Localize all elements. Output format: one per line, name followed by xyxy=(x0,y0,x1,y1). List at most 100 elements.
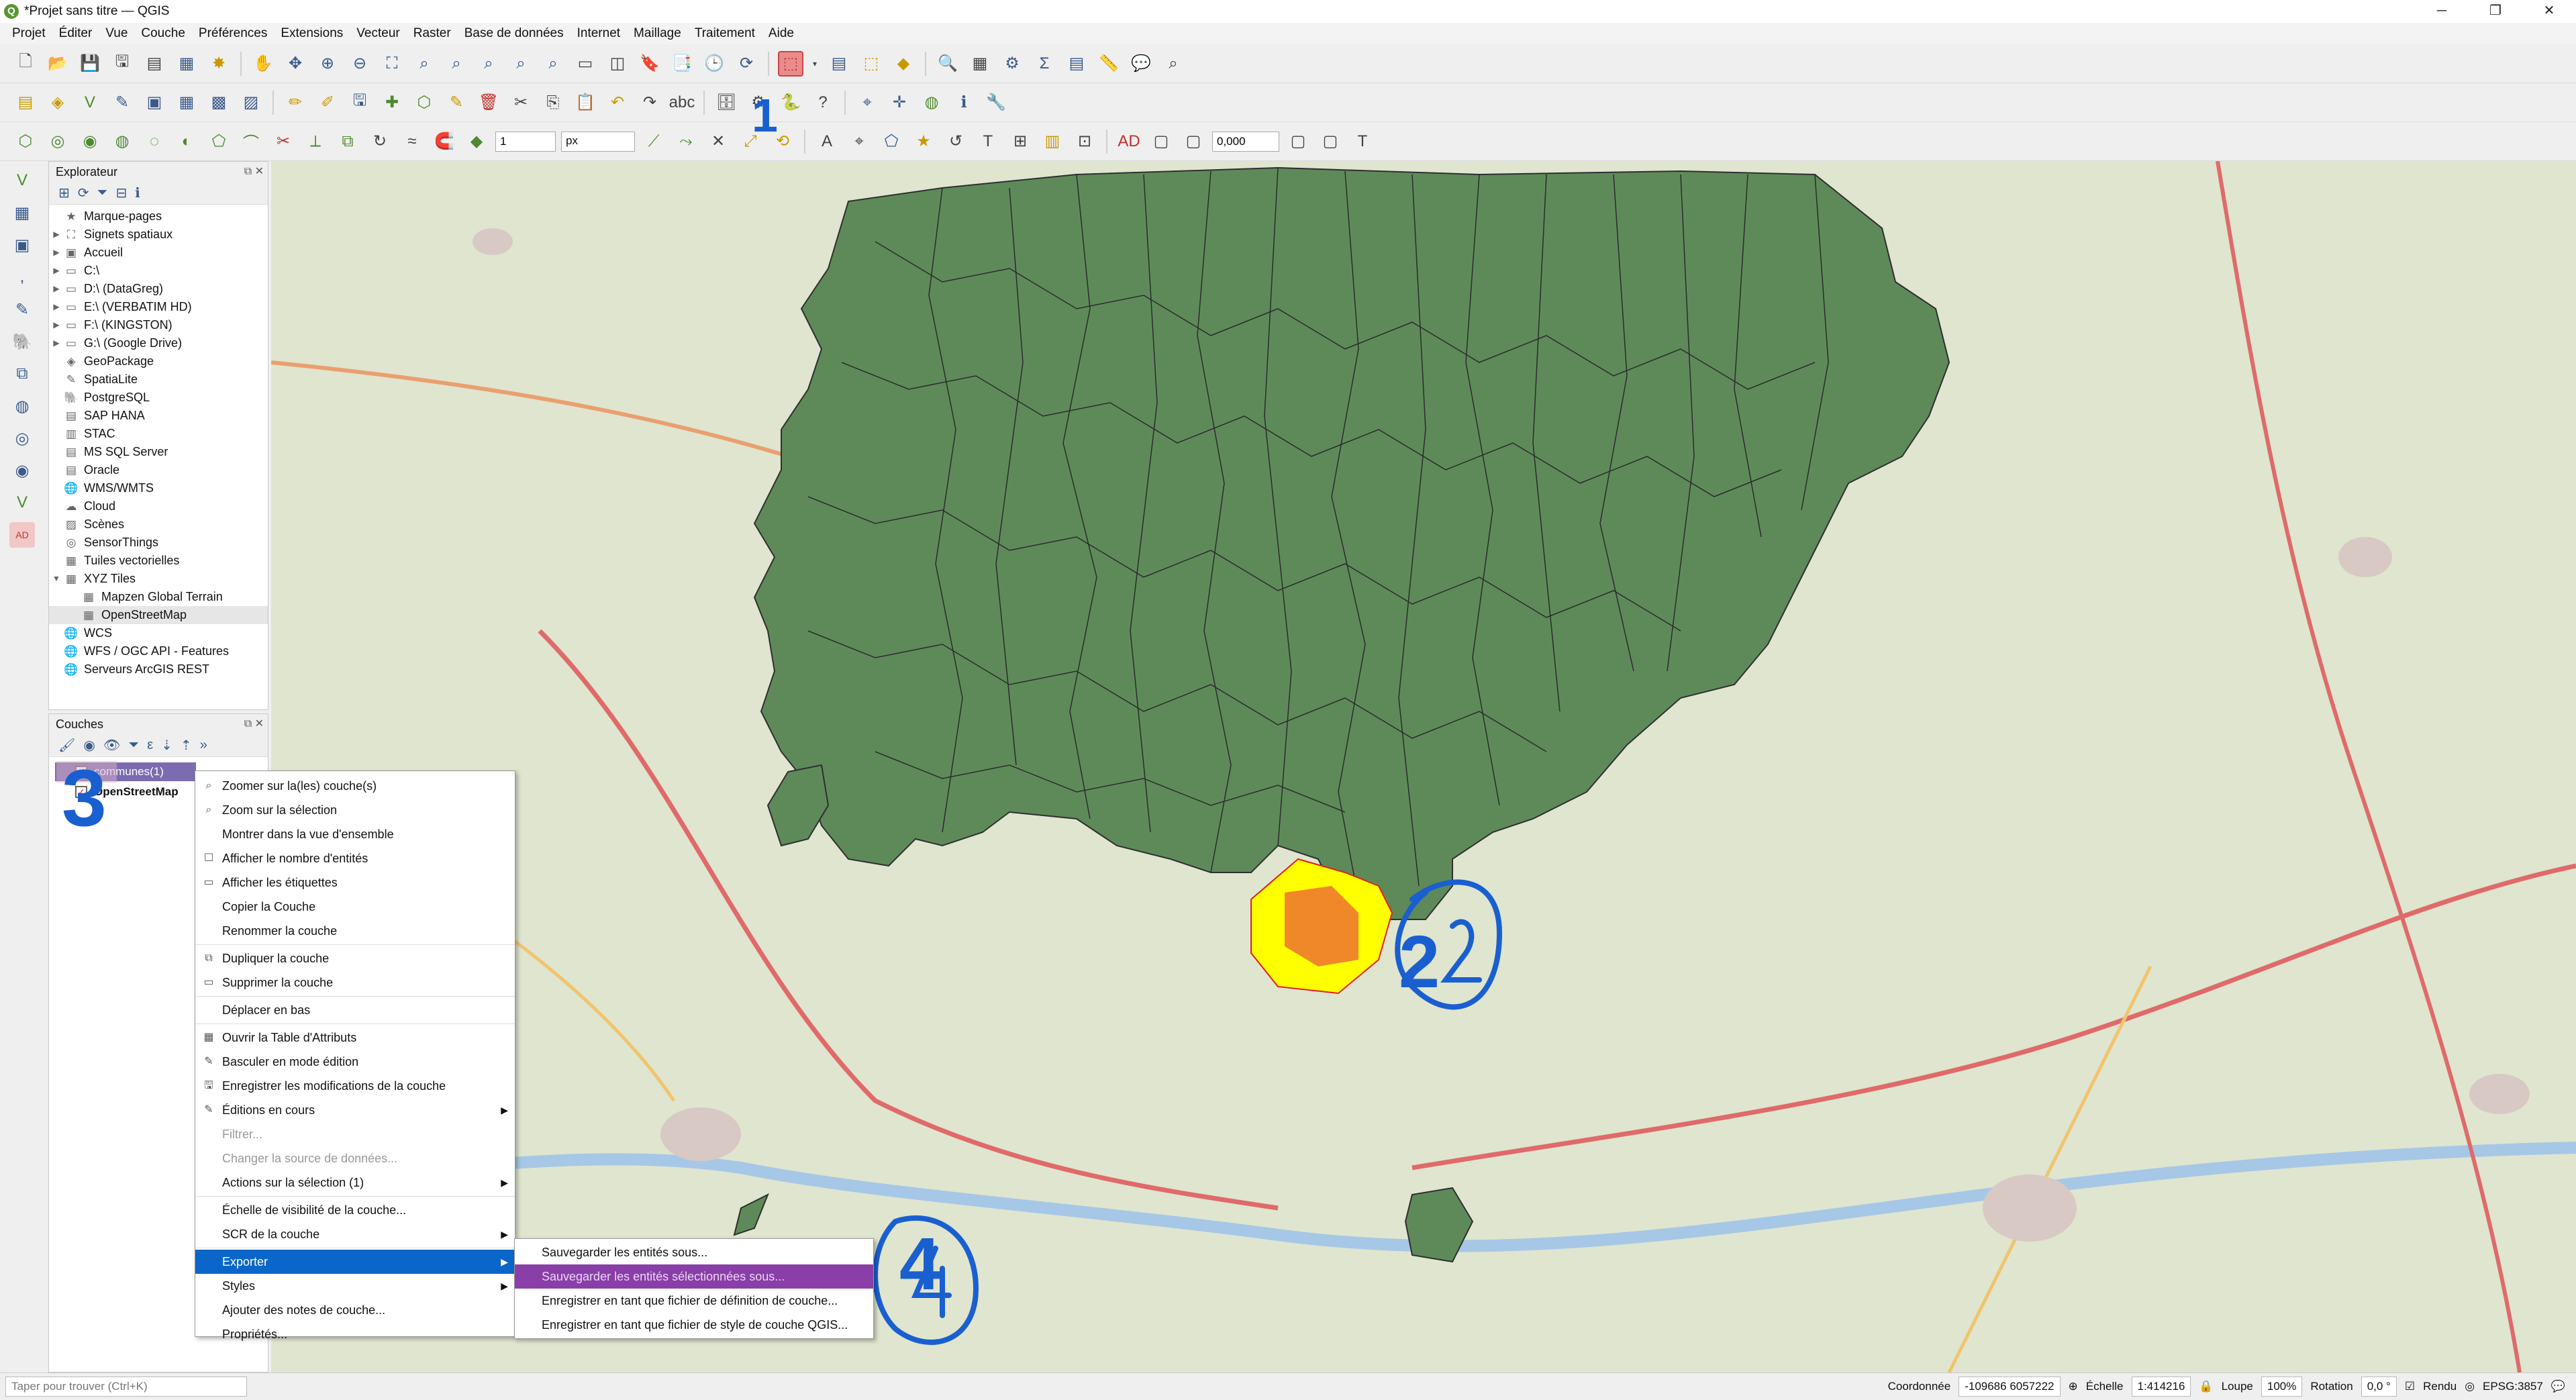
context-menu-item[interactable]: Renommer la couche xyxy=(195,919,515,943)
context-menu-item[interactable]: Échelle de visibilité de la couche... xyxy=(195,1198,515,1222)
context-menu-item[interactable]: 🖫 Enregistrer les modifications de la cou… xyxy=(195,1074,515,1098)
explorer-item[interactable]: ★ Marque-pages xyxy=(49,207,268,226)
new-3d-view-icon[interactable]: ◫ xyxy=(605,51,630,77)
merge-features-icon[interactable]: ⧉ xyxy=(335,129,360,154)
vertex-tool-icon[interactable]: ⬡ xyxy=(411,90,437,115)
expand-arrow-icon[interactable]: ▶ xyxy=(49,334,64,352)
expand-arrow-icon[interactable]: ▶ xyxy=(49,316,64,334)
explorer-item[interactable]: ▦ OpenStreetMap xyxy=(49,606,268,624)
explorer-item[interactable]: ▼ ▦ XYZ Tiles xyxy=(49,570,268,588)
redo-icon[interactable]: ↷ xyxy=(637,90,662,115)
add-mesh-side-icon[interactable]: ▣ xyxy=(9,232,35,258)
change-label-props-icon[interactable]: ⊞ xyxy=(1007,129,1033,154)
explorer-item[interactable]: ▶ ▭ E:\ (VERBATIM HD) xyxy=(49,298,268,316)
refresh-browser-icon[interactable]: ⟳ xyxy=(78,185,89,201)
diagram-tool-icon[interactable]: ▥ xyxy=(1040,129,1065,154)
zoom-last-icon[interactable]: ⌕ xyxy=(508,51,534,77)
cross-icon[interactable]: ✕ xyxy=(705,129,731,154)
measure-icon[interactable]: 📏 xyxy=(1096,51,1122,77)
maximize-button[interactable]: ❐ xyxy=(2469,0,2522,23)
ad-option2-icon[interactable]: ▢ xyxy=(1181,129,1206,154)
add-virtual-layer-icon[interactable]: ⧉ xyxy=(9,361,35,387)
context-menu-item[interactable]: Styles ▶ xyxy=(195,1274,515,1298)
ad-side-icon[interactable]: AD xyxy=(9,522,35,548)
context-menu-item[interactable]: Changer la source de données... xyxy=(195,1146,515,1170)
locator-search-input[interactable]: Taper pour trouver (Ctrl+K) xyxy=(5,1376,247,1397)
context-menu-item[interactable]: SCR de la couche ▶ xyxy=(195,1222,515,1246)
undo-icon[interactable]: ↶ xyxy=(605,90,630,115)
context-menu-item[interactable]: ⌕ Zoomer sur la(les) couche(s) xyxy=(195,774,515,798)
export-submenu-item[interactable]: Enregistrer en tant que fichier de style… xyxy=(515,1313,873,1337)
split-parts-icon[interactable]: ⟂ xyxy=(303,129,328,154)
explorer-item[interactable]: 🌐 WCS xyxy=(49,624,268,642)
scale-field[interactable]: 1:414216 xyxy=(2131,1377,2191,1397)
move-label-icon[interactable]: T xyxy=(975,129,1001,154)
context-menu-item[interactable]: Filtrer... xyxy=(195,1122,515,1146)
zoom-next-icon[interactable]: ⌕ xyxy=(540,51,566,77)
highlight-label-icon[interactable]: ★ xyxy=(911,129,936,154)
context-menu-item[interactable]: Montrer dans la vue d'ensemble xyxy=(195,822,515,846)
add-wms-icon[interactable]: ▦ xyxy=(174,90,199,115)
new-project-icon[interactable]: 🗋 xyxy=(13,51,38,77)
database-icon[interactable]: 🗄 xyxy=(713,90,739,115)
pan-to-selection-icon[interactable]: ✥ xyxy=(283,51,308,77)
rotate-label-icon[interactable]: ↺ xyxy=(943,129,969,154)
filter-expression-icon[interactable]: ε xyxy=(147,738,153,753)
text-tool-icon[interactable]: T xyxy=(1350,129,1375,154)
field-calculator-icon[interactable]: ⚙ xyxy=(999,51,1025,77)
panel-float-close-icon[interactable]: ⧉ ✕ xyxy=(244,162,264,182)
lock-icon[interactable]: 🔒 xyxy=(2199,1380,2213,1393)
select-by-value-icon[interactable]: ▤ xyxy=(826,51,852,77)
add-wms-side-icon[interactable]: ◍ xyxy=(9,393,35,419)
add-point-icon[interactable]: ⬡ xyxy=(13,129,38,154)
menu-vue[interactable]: Vue xyxy=(99,26,134,41)
rotate-point-icon[interactable]: ↻ xyxy=(367,129,393,154)
explorer-item[interactable]: ▤ MS SQL Server xyxy=(49,443,268,461)
context-menu-item[interactable]: ▦ Ouvrir la Table d'Attributs xyxy=(195,1026,515,1050)
context-menu-item[interactable]: Déplacer en bas xyxy=(195,998,515,1022)
ad-option3-icon[interactable]: ▢ xyxy=(1285,129,1311,154)
crs-label[interactable]: EPSG:3857 xyxy=(2483,1380,2543,1393)
add-selected-icon[interactable]: ⊞ xyxy=(58,185,70,201)
label-tool-icon[interactable]: A xyxy=(814,129,840,154)
menu-preferences[interactable]: Préférences xyxy=(192,26,274,41)
expand-arrow-icon[interactable]: ▶ xyxy=(49,226,64,244)
explorer-item[interactable]: 🌐 WFS / OGC API - Features xyxy=(49,642,268,660)
explorer-item[interactable]: ◈ GeoPackage xyxy=(49,352,268,370)
explorer-item[interactable]: ▥ STAC xyxy=(49,425,268,443)
select-dropdown-chevron-icon[interactable]: ▾ xyxy=(810,51,820,77)
add-spatialite-icon[interactable]: ✎ xyxy=(9,297,35,322)
zoom-selection-icon[interactable]: ⌕ xyxy=(411,51,437,77)
copy-features-icon[interactable]: ⎘ xyxy=(540,90,566,115)
tools-icon[interactable]: 🔧 xyxy=(983,90,1009,115)
crosshair-icon[interactable]: ✛ xyxy=(887,90,912,115)
add-vector-tile-icon[interactable]: V xyxy=(9,490,35,515)
temporal-controller-icon[interactable]: 🕒 xyxy=(701,51,727,77)
offset-curve-icon[interactable]: ⌒ xyxy=(238,129,264,154)
data-source-manager-icon[interactable]: ▤ xyxy=(13,90,38,115)
explorer-item[interactable]: ▶ ⛶ Signets spatiaux xyxy=(49,226,268,244)
menu-vecteur[interactable]: Vecteur xyxy=(350,26,406,41)
context-menu-item[interactable]: Exporter ▶ xyxy=(195,1250,515,1274)
menu-base-de-donnees[interactable]: Base de données xyxy=(458,26,571,41)
close-button[interactable]: ✕ xyxy=(2522,0,2576,23)
context-menu-item[interactable]: Ajouter des notes de couche... xyxy=(195,1298,515,1322)
explorer-item[interactable]: 🌐 Serveurs ArcGIS REST xyxy=(49,660,268,679)
add-mesh-icon[interactable]: ▣ xyxy=(142,90,167,115)
new-map-view-icon[interactable]: ▭ xyxy=(573,51,598,77)
layout-manager-icon[interactable]: ▦ xyxy=(174,51,199,77)
export-submenu-item[interactable]: Sauvegarder les entités sélectionnées so… xyxy=(515,1264,873,1289)
expand-arrow-icon[interactable]: ▼ xyxy=(49,570,64,588)
save-edits-icon[interactable]: 🖫 xyxy=(347,90,373,115)
add-wfs-icon[interactable]: ▨ xyxy=(238,90,264,115)
cut-features-icon[interactable]: ✂ xyxy=(508,90,534,115)
explorer-item[interactable]: ▤ Oracle xyxy=(49,461,268,479)
simplify-icon[interactable]: ≈ xyxy=(399,129,425,154)
explorer-item[interactable]: ▨ Scènes xyxy=(49,515,268,534)
add-postgis-icon[interactable]: 🐘 xyxy=(9,329,35,354)
change-label-icon[interactable]: ⬠ xyxy=(879,129,904,154)
explorer-item[interactable]: ✎ SpatiaLite xyxy=(49,370,268,389)
remove-layer-icon[interactable]: » xyxy=(200,738,207,753)
add-wcs-icon[interactable]: ▩ xyxy=(206,90,232,115)
coord-field[interactable]: -109686 6057222 xyxy=(1959,1377,2061,1397)
